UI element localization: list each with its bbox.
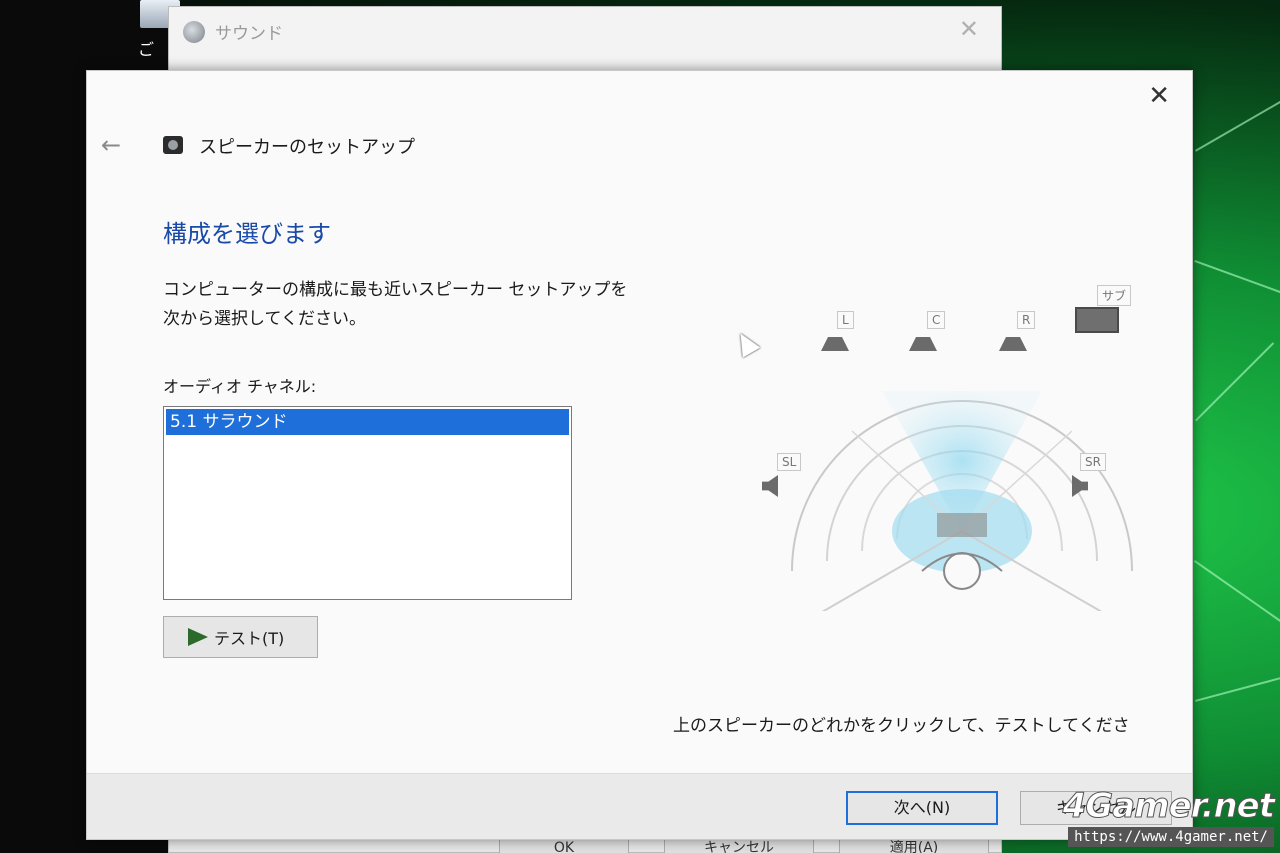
watermark: 4Gamer.net https://www.4gamer.net/ <box>1062 786 1276 847</box>
speaker-icon <box>163 136 183 154</box>
description: コンピューターの構成に最も近いスピーカー セットアップを 次から選択してください… <box>163 276 683 334</box>
speaker-diagram: L C R サブ SL SR <box>752 281 1162 642</box>
section-heading: 構成を選びます <box>163 220 331 248</box>
watermark-url: https://www.4gamer.net/ <box>1068 827 1274 847</box>
description-line: 次から選択してください。 <box>163 309 366 329</box>
audio-channel-list[interactable]: 5.1 サラウンド <box>163 406 572 600</box>
test-hint: 上のスピーカーのどれかをクリックして、テストしてくださ <box>673 716 1130 736</box>
play-icon <box>188 628 208 646</box>
center-speaker-label: C <box>927 311 946 329</box>
dialog-footer: 次へ(N) キャンセル <box>87 773 1192 839</box>
wallpaper-line <box>1195 342 1275 422</box>
back-arrow-icon[interactable]: ← <box>101 131 121 159</box>
watermark-logo: 4Gamer.net <box>1062 786 1275 827</box>
subwoofer-speaker[interactable] <box>1075 307 1119 333</box>
wallpaper-line <box>1194 260 1280 300</box>
wallpaper-line <box>1195 671 1280 702</box>
sound-window-titlebar: サウンド <box>183 19 283 44</box>
speaker-setup-dialog: ✕ ← スピーカーのセットアップ 構成を選びます コンピューターの構成に最も近い… <box>86 70 1193 840</box>
surround-left-label: SL <box>777 453 802 471</box>
description-line: コンピューターの構成に最も近いスピーカー セットアップを <box>163 280 628 300</box>
list-item[interactable]: 5.1 サラウンド <box>166 409 569 435</box>
dialog-title: スピーカーのセットアップ <box>199 137 415 158</box>
front-right-speaker-label: R <box>1017 311 1036 329</box>
audio-channel-label: オーディオ チャネル: <box>163 377 317 396</box>
close-icon[interactable]: ✕ <box>959 15 979 43</box>
subwoofer-label: サブ <box>1097 285 1132 306</box>
wallpaper-line <box>1195 95 1280 152</box>
front-left-speaker-label: L <box>837 311 854 329</box>
test-button[interactable]: テスト(T) <box>163 616 318 658</box>
speaker-icon <box>183 20 205 43</box>
test-button-label: テスト(T) <box>214 629 285 648</box>
wallpaper-line <box>1193 560 1280 625</box>
desktop-icon-label: ご <box>138 40 155 59</box>
next-button[interactable]: 次へ(N) <box>846 791 998 825</box>
close-icon[interactable]: ✕ <box>1148 81 1170 111</box>
sound-window-title: サウンド <box>215 24 283 44</box>
surround-right-label: SR <box>1080 453 1106 471</box>
